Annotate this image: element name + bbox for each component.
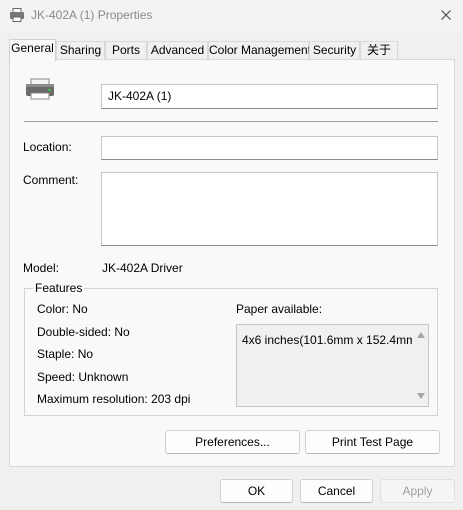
preferences-button[interactable]: Preferences...	[165, 430, 300, 454]
scrollbar[interactable]	[414, 325, 428, 406]
tab-advanced[interactable]: Advanced	[147, 41, 208, 60]
ok-button[interactable]: OK	[220, 479, 293, 503]
list-item[interactable]: 4x6 inches(101.6mm x 152.4mm	[242, 333, 412, 347]
feature-color: Color: No	[37, 302, 88, 316]
comment-label: Comment:	[23, 173, 79, 187]
cancel-button[interactable]: Cancel	[300, 479, 373, 503]
paper-list[interactable]: 4x6 inches(101.6mm x 152.4mm	[236, 324, 429, 407]
close-button[interactable]	[432, 2, 460, 28]
tab-ports[interactable]: Ports	[105, 41, 147, 60]
tab-color-management[interactable]: Color Management	[208, 41, 311, 60]
feature-double-sided: Double-sided: No	[37, 325, 130, 339]
paper-available-label: Paper available:	[236, 302, 323, 316]
printer-icon	[10, 8, 24, 22]
scroll-up-icon[interactable]	[417, 332, 425, 338]
comment-input[interactable]	[101, 172, 438, 246]
general-panel: JK-402A (1) Location: Comment: Model: JK…	[9, 59, 455, 467]
print-test-page-button[interactable]: Print Test Page	[305, 430, 440, 454]
feature-max-resolution: Maximum resolution: 203 dpi	[37, 392, 191, 406]
close-icon	[441, 10, 451, 20]
apply-button[interactable]: Apply	[380, 479, 455, 503]
printer-icon	[26, 78, 54, 100]
window-title: JK-402A (1) Properties	[31, 8, 153, 22]
location-input[interactable]	[101, 136, 438, 160]
tab-security[interactable]: Security	[309, 41, 360, 60]
features-legend: Features	[33, 281, 85, 295]
tab-about[interactable]: 关于	[360, 41, 398, 60]
tab-general[interactable]: General	[9, 39, 56, 61]
divider	[24, 121, 438, 122]
location-label: Location:	[23, 140, 72, 154]
model-value: JK-402A Driver	[102, 261, 183, 275]
features-group: Features Color: No Double-sided: No Stap…	[24, 281, 438, 416]
scroll-down-icon[interactable]	[417, 393, 425, 399]
printer-name-input[interactable]: JK-402A (1)	[101, 84, 438, 109]
feature-staple: Staple: No	[37, 347, 94, 361]
title-bar: JK-402A (1) Properties	[0, 0, 463, 31]
feature-speed: Speed: Unknown	[37, 370, 129, 384]
tab-sharing[interactable]: Sharing	[56, 41, 105, 60]
model-label: Model:	[23, 261, 60, 275]
